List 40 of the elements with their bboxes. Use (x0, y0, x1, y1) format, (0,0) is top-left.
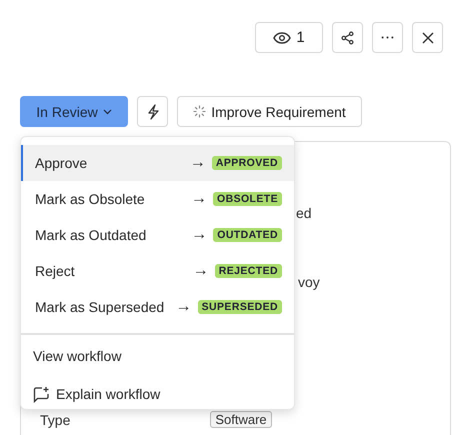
transition-label: Mark as Outdated (35, 227, 148, 243)
status-badge: OUTDATED (213, 228, 282, 242)
arrow-glyph: → (191, 190, 208, 208)
status-badge: APPROVED (212, 156, 282, 170)
transition-item[interactable]: Reject → REJECTED (21, 253, 294, 289)
status-badge: REJECTED (214, 264, 282, 278)
transition-label: Mark as Obsolete (35, 191, 146, 207)
transition-item[interactable]: Mark as Outdated → OUTDATED (21, 217, 294, 253)
share-button[interactable] (332, 22, 363, 53)
automation-button[interactable] (137, 96, 168, 127)
description-text: ed (296, 205, 312, 221)
status-badge: SUPERSEDED (198, 300, 282, 314)
workflow-menu-item[interactable]: View workflow (21, 337, 134, 375)
close-button[interactable] (412, 22, 443, 53)
description-text: voy (298, 274, 320, 290)
eye-icon (273, 32, 292, 44)
transition-label: Reject (35, 263, 76, 279)
transition-item[interactable]: Mark as Superseded → SUPERSEDED (21, 289, 294, 325)
improve-button[interactable]: Improve Requirement (177, 96, 362, 127)
viewers-button[interactable]: 1 (255, 22, 323, 53)
arrow-glyph: → (176, 298, 192, 316)
close-icon (422, 32, 434, 44)
arrow-glyph: → (191, 226, 208, 244)
share-icon (341, 30, 354, 44)
chevron-down-icon (102, 108, 112, 114)
arrow-glyph: → (190, 154, 206, 172)
status-dropdown[interactable]: In Review (20, 96, 128, 127)
lightning-icon (146, 104, 158, 120)
transition-item[interactable]: Approve → APPROVED (21, 145, 294, 181)
transition-label: Approve (35, 155, 88, 171)
status-badge: OBSOLETE (213, 192, 282, 206)
arrow-glyph: → (192, 262, 209, 280)
field-label: Type (40, 412, 70, 428)
more-icon (381, 36, 394, 39)
sparkle-icon (193, 105, 206, 118)
transition-item[interactable]: Mark as Obsolete → OBSOLETE (21, 181, 294, 217)
chat-sparkle-icon (33, 386, 50, 402)
type-tag: Software (210, 411, 272, 428)
transition-label: Mark as Superseded (35, 299, 166, 315)
workflow-menu-item[interactable]: Explain workflow (21, 375, 172, 413)
